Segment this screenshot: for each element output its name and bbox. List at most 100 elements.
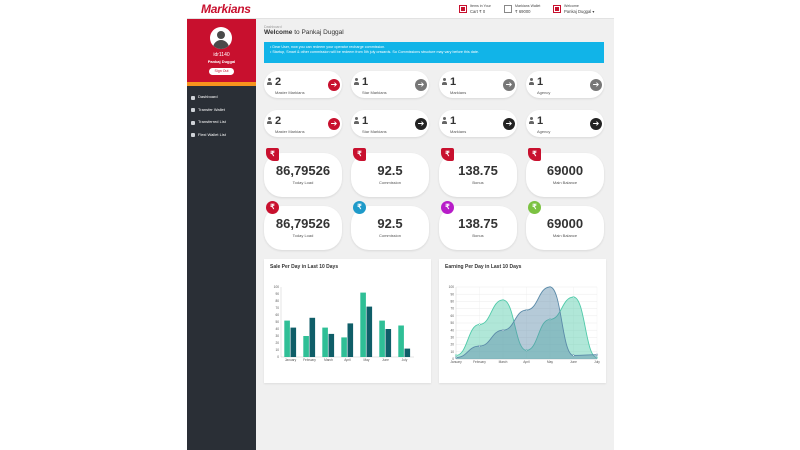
x-tick-label: April bbox=[523, 360, 530, 364]
balance-label: Main Balance bbox=[552, 180, 578, 185]
cart-caption: Items in Your bbox=[470, 4, 491, 8]
user-icon bbox=[528, 117, 535, 124]
balance-value: 86,79526 bbox=[275, 163, 331, 178]
data-point bbox=[595, 353, 599, 356]
x-tick-label: May bbox=[547, 360, 553, 364]
count-card-master-markians[interactable]: 2 Master Markians ➔ bbox=[264, 71, 342, 98]
count-card-star-markians[interactable]: 1 Star Markians ➔ bbox=[351, 110, 429, 137]
bar bbox=[322, 327, 328, 357]
count-card-markians[interactable]: 1 Markians ➔ bbox=[439, 110, 517, 137]
welcome-user: to Pankaj Duggal bbox=[292, 29, 344, 36]
count-card-markians[interactable]: 1 Markians ➔ bbox=[439, 71, 517, 98]
arrow-right-icon[interactable]: ➔ bbox=[415, 79, 427, 91]
data-point bbox=[501, 298, 505, 302]
notice-banner: • Dear User, now you can redeem your ope… bbox=[264, 42, 604, 63]
bar bbox=[385, 329, 392, 357]
bar bbox=[379, 320, 385, 357]
user-icon bbox=[353, 117, 360, 124]
y-tick-label: 30 bbox=[450, 336, 454, 340]
sidebar-item-flexi-wallet-list[interactable]: Flexi Wallet List bbox=[187, 129, 256, 142]
home-icon bbox=[191, 95, 195, 100]
balance-card-today-load: ₹86,79526 Today Load bbox=[264, 148, 342, 197]
sidebar: idr1140 Pankaj Duggal Sign Out Dashboard… bbox=[187, 19, 256, 450]
balance-card-commission: ₹92.5 Commission bbox=[351, 148, 429, 197]
y-tick-label: 10 bbox=[275, 348, 279, 352]
arrow-right-icon[interactable]: ➔ bbox=[328, 118, 340, 130]
count-label: Agency bbox=[537, 90, 551, 95]
earning-chart-panel: Earning Per Day in Last 10 Days 0 10 20 30 4… bbox=[439, 259, 606, 383]
arrow-right-icon[interactable]: ➔ bbox=[503, 118, 515, 130]
count-value: 1 bbox=[362, 115, 369, 127]
bar bbox=[398, 325, 404, 357]
x-tick-label: February bbox=[473, 360, 486, 364]
bar bbox=[309, 317, 316, 357]
user-icon bbox=[266, 117, 273, 124]
avatar bbox=[210, 27, 232, 49]
main-content: Dashboard Welcome to Pankaj Duggal • Dea… bbox=[256, 19, 614, 450]
count-label: Markians bbox=[450, 129, 467, 134]
rupee-icon: ₹ bbox=[441, 201, 454, 214]
list-icon bbox=[191, 120, 195, 125]
count-value: 1 bbox=[450, 115, 457, 127]
bar bbox=[303, 336, 309, 357]
count-value: 2 bbox=[275, 115, 282, 127]
data-point bbox=[572, 354, 575, 357]
sidebar-item-transfer-wallet[interactable]: Transfer Wallet bbox=[187, 104, 256, 117]
count-value: 1 bbox=[537, 76, 544, 88]
arrow-right-icon[interactable]: ➔ bbox=[590, 118, 602, 130]
x-tick-label: July bbox=[402, 358, 408, 362]
count-value: 1 bbox=[450, 76, 457, 88]
arrow-right-icon[interactable]: ➔ bbox=[328, 79, 340, 91]
bar bbox=[284, 320, 290, 357]
count-label: Star Markians bbox=[362, 129, 387, 134]
arrow-right-icon[interactable]: ➔ bbox=[415, 118, 427, 130]
arrow-right-icon[interactable]: ➔ bbox=[590, 79, 602, 91]
count-value: 1 bbox=[537, 115, 544, 127]
data-point bbox=[572, 296, 575, 299]
count-card-master-markians[interactable]: 2 Master Markians ➔ bbox=[264, 110, 342, 137]
data-point bbox=[478, 323, 481, 326]
user-icon bbox=[441, 117, 448, 124]
rupee-icon: ₹ bbox=[528, 201, 541, 214]
y-tick-label: 60 bbox=[275, 313, 279, 317]
welcome-word: Welcome bbox=[264, 29, 293, 36]
bar bbox=[360, 292, 366, 357]
y-tick-label: 10 bbox=[450, 350, 454, 354]
wallet-caption: Markians Wallet bbox=[515, 4, 541, 8]
sidebar-item-dashboard[interactable]: Dashboard bbox=[187, 91, 256, 104]
cart-icon bbox=[459, 5, 467, 13]
balance-card-main-balance: ₹69000 Main Balance bbox=[526, 148, 604, 197]
sign-out-button[interactable]: Sign Out bbox=[209, 68, 234, 75]
sidebar-item-transferred-list[interactable]: Transferred List bbox=[187, 116, 256, 129]
markians-logo[interactable]: Markians bbox=[201, 2, 251, 16]
welcome-caption: Welcome bbox=[564, 4, 579, 8]
x-tick-label: July bbox=[594, 360, 600, 364]
user-icon bbox=[553, 5, 561, 13]
count-label: Star Markians bbox=[362, 90, 387, 95]
sidebar-item-label: Dashboard bbox=[198, 94, 218, 99]
arrow-right-icon[interactable]: ➔ bbox=[503, 79, 515, 91]
bar bbox=[347, 323, 354, 357]
count-card-star-markians[interactable]: 1 Star Markians ➔ bbox=[351, 71, 429, 98]
data-point bbox=[548, 285, 552, 289]
count-card-agency[interactable]: 1 Agency ➔ bbox=[526, 71, 604, 98]
sidebar-nav: Dashboard Transfer Wallet Transferred Li… bbox=[187, 91, 256, 141]
y-tick-label: 40 bbox=[275, 327, 279, 331]
x-tick-label: January bbox=[450, 360, 462, 364]
count-label: Markians bbox=[450, 90, 467, 95]
count-card-agency[interactable]: 1 Agency ➔ bbox=[526, 110, 604, 137]
sale-bar-chart: 0 10 20 30 40 50 60 70 80 90 100 January February Mar… bbox=[274, 285, 414, 362]
balance-card-today-load: ₹86,79526 Today Load bbox=[264, 201, 342, 250]
x-tick-label: March bbox=[324, 358, 333, 362]
x-tick-label: June bbox=[570, 360, 577, 364]
balance-label: Main Balance bbox=[552, 233, 578, 238]
y-tick-label: 0 bbox=[277, 355, 279, 359]
bar bbox=[328, 333, 335, 357]
balance-card-main-balance: ₹69000 Main Balance bbox=[526, 201, 604, 250]
flexi-icon bbox=[191, 133, 195, 137]
y-tick-label: 80 bbox=[275, 299, 279, 303]
y-tick-label: 50 bbox=[275, 320, 279, 324]
user-icon bbox=[528, 78, 535, 85]
balance-value: 69000 bbox=[546, 163, 584, 178]
notice-line: • Startup, Smart & other commission will… bbox=[270, 50, 479, 54]
